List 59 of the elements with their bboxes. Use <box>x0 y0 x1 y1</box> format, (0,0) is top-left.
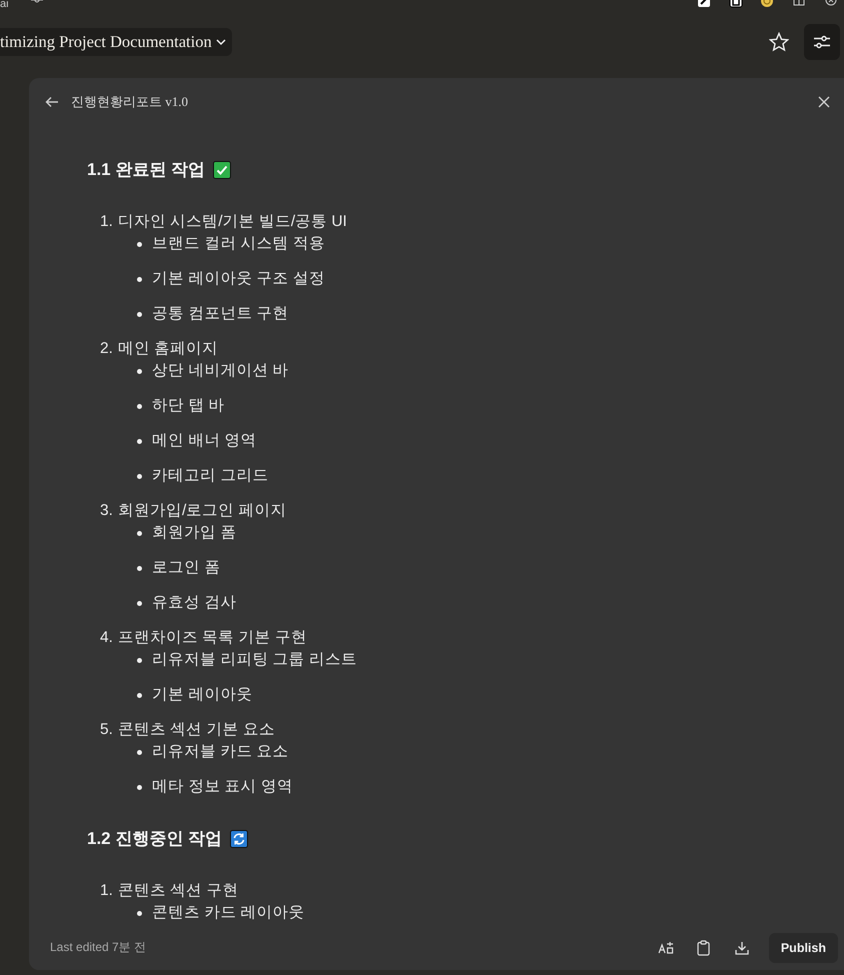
document-title: 진행현황리포트 v1.0 <box>71 93 189 111</box>
bullet-icon <box>137 784 142 790</box>
bullet-icon <box>137 404 142 408</box>
bullet-icon <box>137 242 142 246</box>
conversation-title[interactable]: timizing Project Documentation <box>0 28 232 56</box>
close-icon[interactable] <box>818 96 830 108</box>
bullet-icon <box>137 910 142 916</box>
bullet-icon <box>137 438 142 444</box>
list-item: 디자인 시스템/기본 빌드/공통 UI <box>118 212 347 232</box>
bullet-icon <box>137 276 142 282</box>
section-heading: 1.2 진행중인 작업 <box>87 828 222 850</box>
list-item: 콘텐츠 섹션 구현 <box>118 881 239 901</box>
refresh-icon <box>230 830 248 848</box>
list-item: 리유저블 카드 요소 <box>152 742 289 762</box>
bullet-icon <box>137 566 142 570</box>
list-item: 상단 네비게이션 바 <box>152 361 289 381</box>
section-heading: 1.1 완료된 작업 <box>87 159 206 181</box>
list-number: 1. <box>100 212 113 232</box>
list-item: 로그인 폼 <box>152 558 220 578</box>
bullet-icon <box>137 368 142 374</box>
list-number: 4. <box>100 628 113 648</box>
list-number: 2. <box>100 339 113 359</box>
list-item: 하단 탭 바 <box>152 396 225 416</box>
bullet-icon <box>137 750 142 754</box>
list-item: 회원가입 폼 <box>152 523 236 543</box>
list-item: 기본 레이아웃 구조 설정 <box>152 269 325 289</box>
publish-button[interactable]: Publish <box>768 932 838 962</box>
star-icon <box>769 32 789 52</box>
download-icon <box>734 940 749 954</box>
tab-title: ai <box>0 0 9 9</box>
list-item: 리유저블 리피팅 그룹 리스트 <box>152 650 357 670</box>
list-item: 메인 홈페이지 <box>118 339 218 359</box>
list-item: 공통 컴포넌트 구현 <box>152 304 289 324</box>
check-mark-icon <box>213 161 232 179</box>
list-item: 콘텐츠 섹션 기본 요소 <box>118 720 275 740</box>
list-item: 프랜차이즈 목록 기본 구현 <box>118 628 307 648</box>
bullet-icon <box>137 692 142 698</box>
chevron-down-icon <box>216 38 226 46</box>
list-item: 브랜드 컬러 시스템 적용 <box>152 234 325 254</box>
list-item: 회원가입/로그인 페이지 <box>118 501 287 521</box>
last-edited-text: Last edited 7분 전 <box>50 939 148 956</box>
list-item: 메인 배너 영역 <box>152 431 257 451</box>
list-item: 메타 정보 표시 영역 <box>152 777 293 797</box>
bullet-icon <box>137 600 142 606</box>
list-item: 기본 레이아웃 <box>152 685 252 705</box>
list-number: 1. <box>100 881 113 901</box>
bullet-icon <box>137 530 142 536</box>
list-item: 카테고리 그리드 <box>152 466 268 486</box>
list-number: 5. <box>100 720 113 740</box>
back-arrow-icon[interactable] <box>45 96 59 108</box>
bullet-icon <box>137 312 142 316</box>
translate-icon <box>658 940 674 954</box>
list-item: 유효성 검사 <box>152 593 236 613</box>
clipboard-icon <box>697 940 710 956</box>
list-item: 콘텐츠 카드 레이아웃 <box>152 903 305 923</box>
bullet-icon <box>137 658 142 662</box>
list-number: 3. <box>100 501 113 521</box>
settings-button[interactable] <box>804 24 840 60</box>
bullet-icon <box>137 474 142 478</box>
